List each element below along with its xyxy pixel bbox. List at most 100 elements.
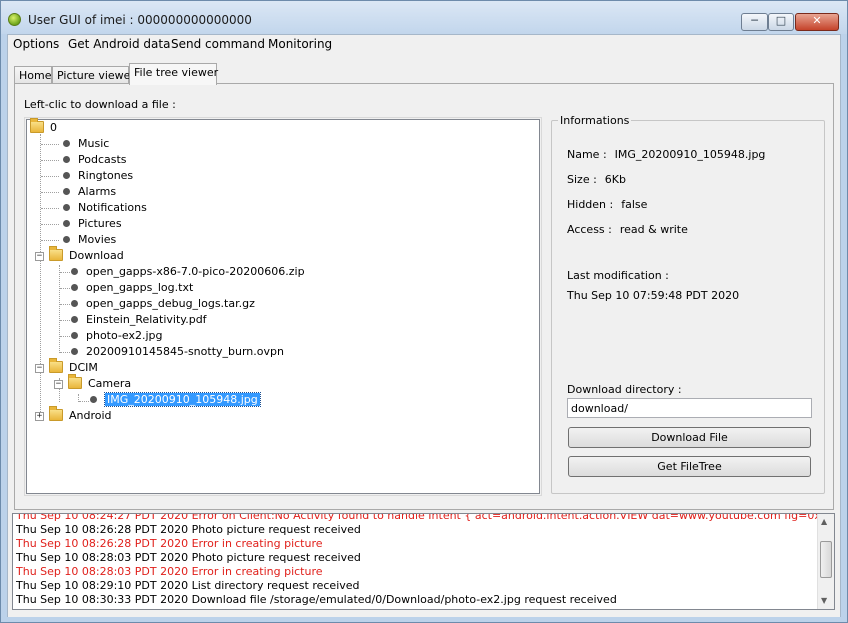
folder-icon: [49, 246, 63, 261]
tree-connector: [41, 160, 59, 161]
tree-node-music[interactable]: Music: [63, 136, 109, 152]
tree-connector: [60, 336, 70, 337]
download-directory-input[interactable]: [567, 398, 812, 418]
tree-connector: [60, 304, 70, 305]
tree-node-camera-file-selected[interactable]: IMG_20200910_105948.jpg: [90, 392, 261, 408]
info-name-label: Name :: [567, 148, 607, 161]
file-bullet-icon: [90, 396, 97, 403]
file-bullet-icon: [71, 300, 78, 307]
info-access-label: Access :: [567, 223, 612, 236]
tree-connector: [41, 240, 59, 241]
info-lastmod-label: Last modification :: [567, 269, 669, 282]
tree-node-movies[interactable]: Movies: [63, 232, 116, 248]
tree-node-android[interactable]: Android: [49, 406, 112, 424]
get-filetree-button[interactable]: Get FileTree: [568, 456, 811, 477]
file-bullet-icon: [63, 140, 70, 147]
info-size-value: 6Kb: [604, 173, 626, 186]
info-size-label: Size :: [567, 173, 597, 186]
file-bullet-icon: [63, 156, 70, 163]
tree-node-podcasts[interactable]: Podcasts: [63, 152, 127, 168]
tree-connector: [60, 320, 70, 321]
tree-connector: [60, 288, 70, 289]
menu-bar: Options Get Android data Send command Mo…: [8, 35, 840, 55]
informations-group: Informations Name : IMG_20200910_105948.j…: [551, 114, 825, 494]
menu-monitoring[interactable]: Monitoring: [266, 37, 334, 51]
tree-connector: [60, 352, 70, 353]
tree-node-alarms[interactable]: Alarms: [63, 184, 116, 200]
tree-connector: [60, 272, 70, 273]
collapse-dcim-toggle[interactable]: −: [35, 364, 44, 373]
log-line: Thu Sep 10 08:29:10 PDT 2020 List direct…: [16, 579, 360, 592]
title-bar[interactable]: User GUI of imei : 000000000000000 ─ □ ✕: [1, 1, 847, 34]
info-access-value: read & write: [619, 223, 688, 236]
info-lastmod-value: Thu Sep 10 07:59:48 PDT 2020: [567, 289, 740, 302]
tree-node-download-file[interactable]: open_gapps_log.txt: [71, 280, 193, 296]
log-scrollbar[interactable]: ▲ ▼: [817, 514, 834, 609]
info-hidden-label: Hidden :: [567, 198, 614, 211]
tree-node-camera[interactable]: Camera: [68, 374, 131, 392]
file-bullet-icon: [63, 188, 70, 195]
tree-node-ringtones[interactable]: Ringtones: [63, 168, 133, 184]
file-bullet-icon: [63, 220, 70, 227]
tab-file-tree-viewer[interactable]: File tree viewer: [129, 63, 218, 85]
file-bullet-icon: [71, 316, 78, 323]
log-line: Thu Sep 10 08:26:28 PDT 2020 Photo pictu…: [16, 523, 361, 536]
tree-hint-label: Left-clic to download a file :: [24, 98, 176, 111]
log-line: Thu Sep 10 08:30:33 PDT 2020 Download fi…: [16, 593, 617, 606]
tree-node-download-file[interactable]: Einstein_Relativity.pdf: [71, 312, 207, 328]
info-access-row: Access : read & write: [567, 223, 688, 236]
tree-connector: [41, 144, 59, 145]
folder-icon: [49, 358, 63, 373]
scroll-down-icon[interactable]: ▼: [821, 596, 827, 605]
tab-picture-viewer[interactable]: Picture viewer: [52, 66, 135, 84]
tree-connector: [59, 265, 60, 353]
file-tree[interactable]: 0 Music Podcasts Ringtones Alarms Notifi…: [24, 117, 542, 496]
menu-get-android-data[interactable]: Get Android data: [66, 37, 172, 51]
file-bullet-icon: [63, 204, 70, 211]
download-file-button[interactable]: Download File: [568, 427, 811, 448]
info-hidden-row: Hidden : false: [567, 198, 647, 211]
android-app-icon: [8, 13, 21, 26]
menu-options[interactable]: Options: [11, 37, 61, 51]
tree-connector: [41, 208, 59, 209]
tree-connector: [41, 176, 59, 177]
file-bullet-icon: [63, 172, 70, 179]
file-bullet-icon: [71, 268, 78, 275]
tree-node-download-file[interactable]: photo-ex2.jpg: [71, 328, 163, 344]
app-window: User GUI of imei : 000000000000000 ─ □ ✕…: [0, 0, 848, 623]
tree-node-download-file[interactable]: open_gapps-x86-7.0-pico-20200606.zip: [71, 264, 305, 280]
info-hidden-value: false: [621, 198, 648, 211]
log-line: Thu Sep 10 08:26:28 PDT 2020 Error in cr…: [16, 537, 323, 550]
menu-send-command[interactable]: Send command: [169, 37, 267, 51]
tree-connector: [79, 401, 89, 402]
tree-node-pictures[interactable]: Pictures: [63, 216, 122, 232]
tree-node-download-file[interactable]: open_gapps_debug_logs.tar.gz: [71, 296, 255, 312]
client-area: Options Get Android data Send command Mo…: [7, 34, 841, 617]
collapse-camera-toggle[interactable]: −: [54, 380, 63, 389]
status-strip: [8, 612, 840, 617]
folder-icon: [49, 406, 63, 421]
tree-node-download-file[interactable]: 20200910145845-snotty_burn.ovpn: [71, 344, 284, 360]
download-directory-label: Download directory :: [567, 383, 682, 396]
close-button[interactable]: ✕: [795, 13, 839, 31]
file-bullet-icon: [71, 332, 78, 339]
folder-icon: [30, 118, 44, 133]
tree-node-download[interactable]: Download: [49, 246, 124, 264]
log-line: Thu Sep 10 08:28:03 PDT 2020 Photo pictu…: [16, 551, 361, 564]
info-size-row: Size : 6Kb: [567, 173, 626, 186]
log-line: Thu Sep 10 08:24:27 PDT 2020 Error on Cl…: [16, 513, 835, 522]
minimize-button[interactable]: ─: [741, 13, 768, 31]
maximize-button[interactable]: □: [768, 13, 794, 31]
scroll-up-icon[interactable]: ▲: [821, 517, 827, 526]
collapse-download-toggle[interactable]: −: [35, 252, 44, 261]
window-title: User GUI of imei : 000000000000000: [28, 13, 252, 27]
tree-connector: [41, 192, 59, 193]
log-scrollbar-thumb[interactable]: [820, 541, 832, 578]
expand-android-toggle[interactable]: +: [35, 412, 44, 421]
tree-node-notifications[interactable]: Notifications: [63, 200, 147, 216]
log-console[interactable]: Thu Sep 10 08:24:27 PDT 2020 Error on Cl…: [12, 513, 835, 610]
file-bullet-icon: [71, 348, 78, 355]
tree-node-root[interactable]: 0: [30, 118, 57, 136]
info-name-row: Name : IMG_20200910_105948.jpg: [567, 148, 765, 161]
tab-home[interactable]: Home: [14, 66, 52, 84]
